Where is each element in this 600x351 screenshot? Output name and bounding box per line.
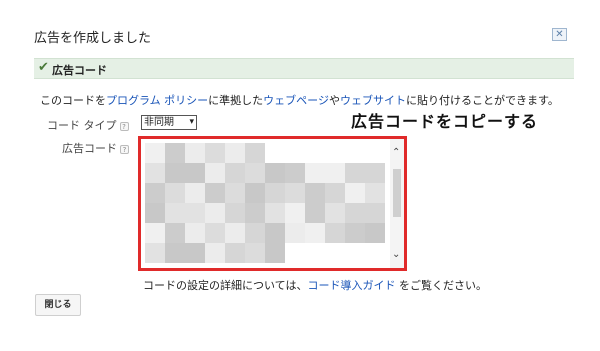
section-header: ✔ 広告コード: [34, 58, 574, 79]
code-type-select[interactable]: 非同期 ▾: [141, 115, 197, 130]
desc-middle: に準拠した: [208, 94, 264, 107]
code-type-selected: 非同期: [144, 117, 174, 128]
chevron-down-icon: ▾: [189, 117, 194, 127]
code-type-label-text: コード タイプ: [47, 119, 117, 132]
scroll-thumb[interactable]: [393, 169, 401, 217]
code-type-label: コード タイプ?: [47, 117, 129, 133]
scroll-up-icon[interactable]: ⌃: [392, 147, 400, 158]
instructions-text: このコードをプログラム ポリシーに準拠したウェブページやウェブサイトに貼り付ける…: [40, 92, 559, 108]
ad-code-textarea[interactable]: ⌃ ⌄: [138, 136, 407, 271]
guide-suffix: をご覧ください。: [395, 279, 487, 292]
help-icon[interactable]: ?: [120, 144, 129, 154]
guide-prefix: コードの設定の詳細については、: [143, 279, 308, 292]
dialog-title: 広告を作成しました: [34, 31, 152, 46]
scroll-down-icon[interactable]: ⌄: [392, 249, 400, 260]
program-policy-link[interactable]: プログラム ポリシー: [106, 94, 208, 107]
desc-prefix: このコードを: [40, 94, 106, 107]
close-button[interactable]: 閉じる: [35, 294, 81, 316]
ad-code-label-text: 広告コード: [62, 142, 117, 155]
webpage-link[interactable]: ウェブページ: [263, 94, 329, 107]
close-icon[interactable]: ✕: [552, 28, 567, 41]
scrollbar[interactable]: ⌃ ⌄: [390, 139, 404, 268]
website-link[interactable]: ウェブサイト: [340, 94, 406, 107]
guide-text: コードの設定の詳細については、コード導入ガイド をご覧ください。: [143, 277, 487, 293]
help-icon[interactable]: ?: [119, 121, 129, 131]
desc-conj: や: [328, 94, 340, 107]
code-guide-link[interactable]: コード導入ガイド: [307, 279, 395, 292]
blurred-code-content: [145, 143, 385, 267]
section-label: 広告コード: [52, 64, 107, 77]
ad-code-label: 広告コード?: [62, 140, 129, 156]
check-icon: ✔: [38, 60, 49, 75]
copy-annotation: 広告コードをコピーする: [351, 112, 539, 131]
desc-suffix: に貼り付けることができます。: [405, 94, 559, 107]
